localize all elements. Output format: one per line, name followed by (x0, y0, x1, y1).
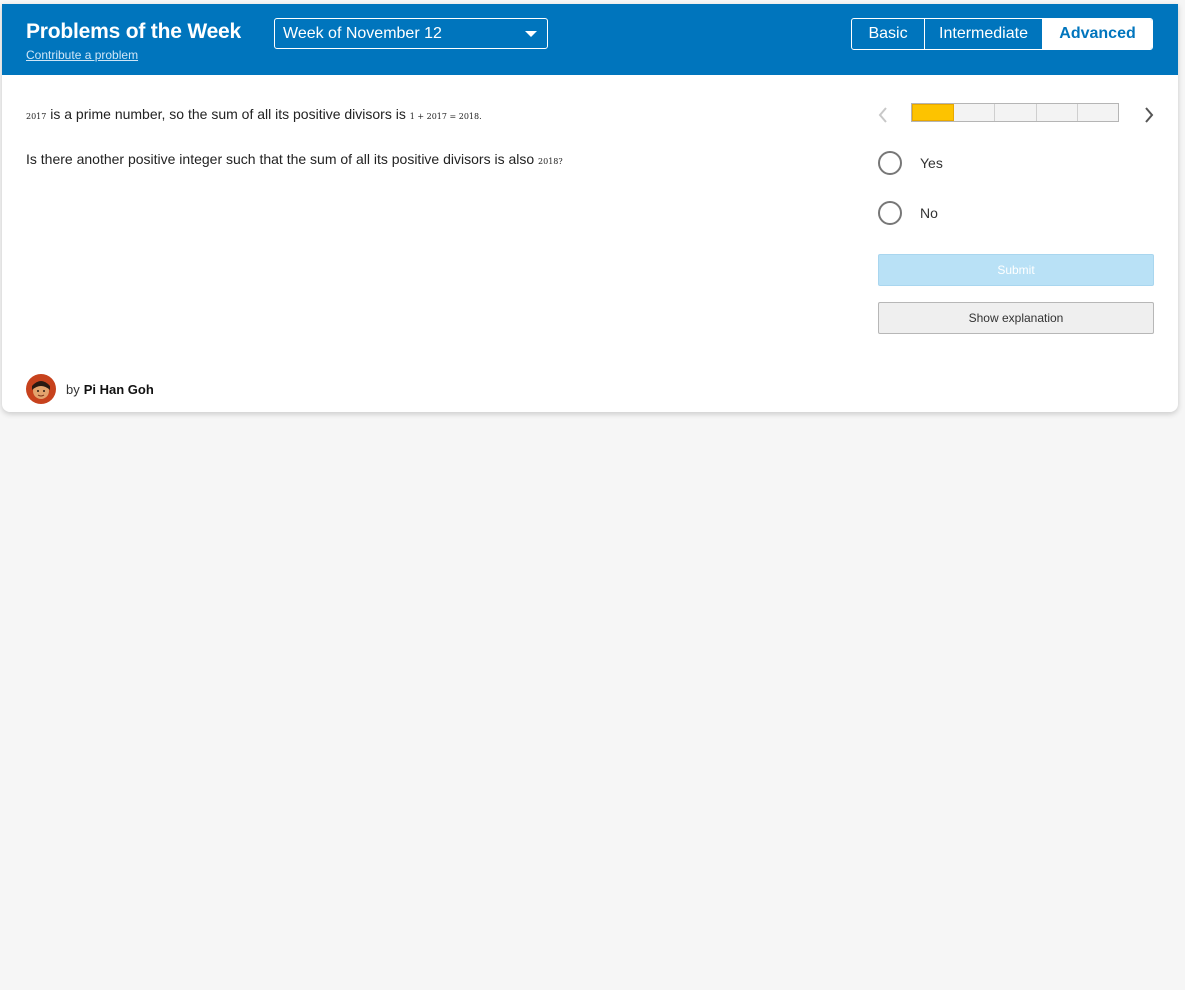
chevron-down-icon (525, 31, 537, 37)
option-label: No (920, 205, 938, 221)
contribute-link[interactable]: Contribute a problem (26, 48, 138, 62)
previous-problem-button[interactable] (874, 104, 892, 126)
progress-segment (1037, 104, 1078, 121)
author-prefix: by (66, 381, 80, 397)
progress-bar (911, 103, 1119, 122)
problem-text: Is there another positive integer such t… (26, 151, 539, 167)
problem-text: is a prime number, so the sum of all its… (46, 106, 410, 122)
progress-segment (995, 104, 1037, 121)
week-dropdown-value: Week of November 12 (283, 25, 442, 42)
problem-card: Problems of the Week Contribute a proble… (2, 4, 1178, 412)
show-explanation-button[interactable]: Show explanation (878, 302, 1154, 334)
author-credit: by Pi Han Goh (26, 374, 154, 404)
problem-line-1: 2017 is a prime number, so the sum of al… (26, 104, 846, 127)
math-expression: 2018? (538, 157, 563, 166)
submit-button[interactable]: Submit (878, 254, 1154, 286)
difficulty-toggle: Basic Intermediate Advanced (851, 18, 1153, 50)
author-name-link[interactable]: Pi Han Goh (84, 382, 154, 397)
progress-segment (912, 104, 955, 121)
header-bar: Problems of the Week Contribute a proble… (2, 4, 1178, 75)
chevron-right-icon (1145, 107, 1154, 123)
level-basic-button[interactable]: Basic (852, 19, 925, 49)
option-no[interactable]: No (878, 199, 938, 227)
progress-segment (1078, 104, 1118, 121)
radio-button[interactable] (878, 201, 902, 225)
avatar[interactable] (26, 374, 56, 404)
radio-button[interactable] (878, 151, 902, 175)
math-expression: 1 + 2017 = 2018. (409, 112, 482, 121)
next-problem-button[interactable] (1140, 104, 1158, 126)
problem-line-2: Is there another positive integer such t… (26, 149, 846, 172)
problem-statement: 2017 is a prime number, so the sum of al… (26, 104, 846, 172)
week-dropdown[interactable]: Week of November 12 (274, 18, 548, 49)
option-yes[interactable]: Yes (878, 149, 943, 177)
option-label: Yes (920, 155, 943, 171)
math-expression: 2017 (26, 112, 47, 121)
level-advanced-button[interactable]: Advanced (1043, 19, 1152, 49)
chevron-left-icon (878, 107, 887, 123)
progress-segment (954, 104, 996, 121)
level-intermediate-button[interactable]: Intermediate (925, 19, 1043, 49)
page-title: Problems of the Week (26, 20, 242, 43)
